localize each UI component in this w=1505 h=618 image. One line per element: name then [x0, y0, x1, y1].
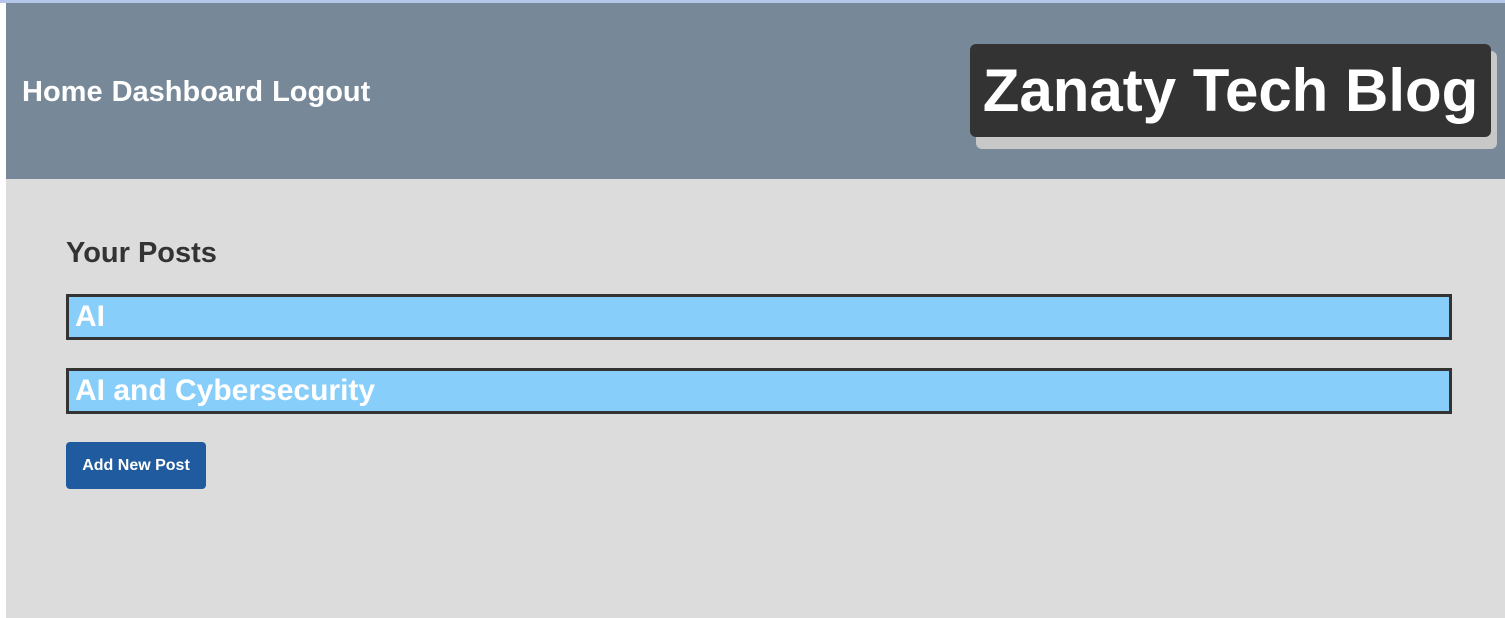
page-title: Your Posts [66, 237, 217, 269]
post-item[interactable]: AI and Cybersecurity [66, 368, 1452, 414]
main-nav: Home Dashboard Logout [22, 74, 379, 110]
site-header: Home Dashboard Logout Zanaty Tech Blog [6, 3, 1505, 179]
dashboard-main: Your Posts AI AI and Cybersecurity Add N… [66, 233, 1452, 489]
add-new-post-button[interactable]: Add New Post [66, 442, 206, 489]
post-item[interactable]: AI [66, 294, 1452, 340]
nav-dashboard-link[interactable]: Dashboard [112, 74, 263, 110]
site-title[interactable]: Zanaty Tech Blog [970, 44, 1491, 137]
nav-home-link[interactable]: Home [22, 74, 103, 110]
page: Home Dashboard Logout Zanaty Tech Blog Y… [6, 3, 1505, 618]
nav-logout-link[interactable]: Logout [272, 74, 370, 110]
